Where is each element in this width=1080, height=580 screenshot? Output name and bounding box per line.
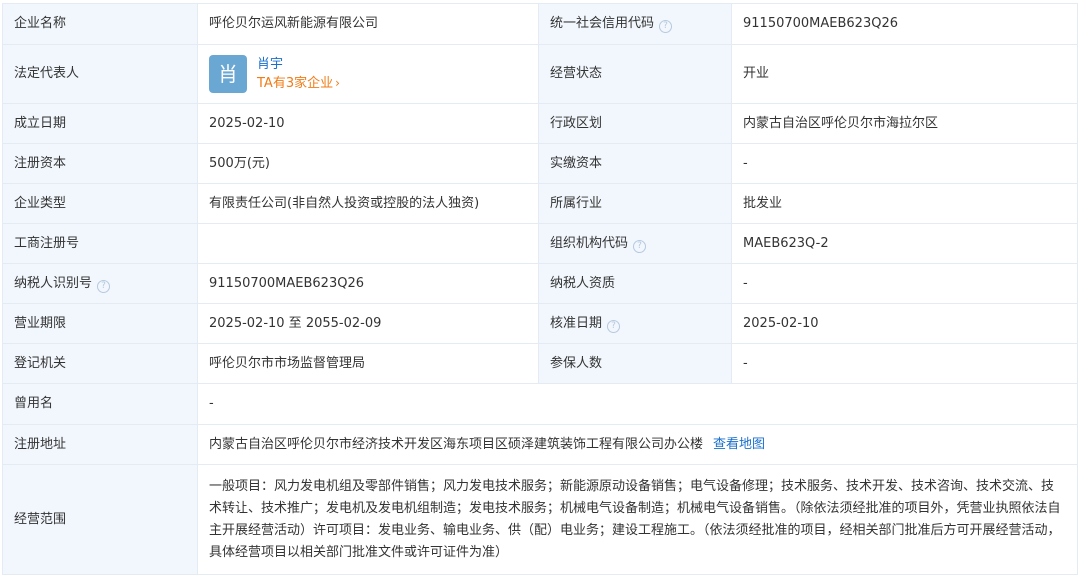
industry-value: 批发业 [731, 183, 1078, 224]
credit-code-label-cell: 统一社会信用代码? [538, 3, 732, 45]
table-row: 经营范围 一般项目：风力发电机组及零部件销售；风力发电技术服务；新能源原动设备销… [2, 464, 1078, 575]
table-row: 法定代表人 肖 肖宇 TA有3家企业 › 经营状态 开业 [2, 44, 1078, 104]
table-row: 企业类型 有限责任公司(非自然人投资或控股的法人独资) 所属行业 批发业 [2, 183, 1078, 224]
rep-companies-link-text: TA有3家企业 [257, 75, 334, 91]
insured-value: - [731, 343, 1078, 384]
company-type-label: 企业类型 [2, 183, 198, 224]
address-cell: 内蒙古自治区呼伦贝尔市经济技术开发区海东项目区硕泽建筑装饰工程有限公司办公楼 查看… [197, 424, 1078, 465]
table-row: 登记机关 呼伦贝尔市市场监督管理局 参保人数 - [2, 343, 1078, 384]
org-code-label: 组织机构代码 [550, 235, 629, 251]
former-name-value: - [197, 383, 1078, 425]
term-value: 2025-02-10 至 2055-02-09 [197, 303, 539, 344]
authority-value: 呼伦贝尔市市场监督管理局 [197, 343, 539, 384]
org-code-label-cell: 组织机构代码? [538, 223, 732, 264]
taxpayer-id-label: 纳税人识别号 [14, 275, 93, 291]
address-label: 注册地址 [2, 424, 198, 465]
status-label: 经营状态 [538, 44, 732, 104]
biz-reg-no-value [197, 223, 539, 264]
credit-code-label: 统一社会信用代码 [550, 16, 655, 31]
question-circle-icon[interactable]: ? [659, 20, 673, 33]
table-row: 注册地址 内蒙古自治区呼伦贝尔市经济技术开发区海东项目区硕泽建筑装饰工程有限公司… [2, 424, 1078, 465]
reg-capital-value: 500万(元) [197, 143, 539, 184]
approval-date-label: 核准日期 [550, 315, 603, 331]
table-row: 企业名称 呼伦贝尔运风新能源有限公司 统一社会信用代码? 91150700MAE… [2, 3, 1078, 45]
credit-code-value: 91150700MAEB623Q26 [731, 3, 1078, 45]
reg-capital-label: 注册资本 [2, 143, 198, 184]
paid-capital-value: - [731, 143, 1078, 184]
scope-label: 经营范围 [2, 464, 198, 575]
company-info-table: 企业名称 呼伦贝尔运风新能源有限公司 统一社会信用代码? 91150700MAE… [2, 3, 1078, 575]
company-name-label: 企业名称 [2, 3, 198, 45]
taxpayer-qual-value: - [731, 263, 1078, 304]
taxpayer-id-value: 91150700MAEB623Q26 [197, 263, 539, 304]
scope-cell: 一般项目：风力发电机组及零部件销售；风力发电技术服务；新能源原动设备销售；电气设… [197, 464, 1078, 575]
table-row: 营业期限 2025-02-10 至 2055-02-09 核准日期? 2025-… [2, 303, 1078, 344]
company-info-panel: 企业名称 呼伦贝尔运风新能源有限公司 统一社会信用代码? 91150700MAE… [0, 0, 1080, 580]
region-label: 行政区划 [538, 103, 732, 144]
view-map-link[interactable]: 查看地图 [713, 437, 765, 452]
industry-label: 所属行业 [538, 183, 732, 224]
established-value: 2025-02-10 [197, 103, 539, 144]
question-circle-icon[interactable]: ? [633, 239, 647, 253]
table-row: 纳税人识别号? 91150700MAEB623Q26 纳税人资质 - [2, 263, 1078, 304]
rep-companies-link[interactable]: TA有3家企业 › [257, 74, 340, 93]
chevron-right-icon: › [335, 75, 340, 90]
status-value: 开业 [731, 44, 1078, 104]
legal-rep-name-link[interactable]: 肖宇 [257, 56, 340, 74]
paid-capital-label: 实缴资本 [538, 143, 732, 184]
established-label: 成立日期 [2, 103, 198, 144]
approval-date-value: 2025-02-10 [731, 303, 1078, 344]
term-label: 营业期限 [2, 303, 198, 344]
approval-date-label-cell: 核准日期? [538, 303, 732, 344]
table-row: 成立日期 2025-02-10 行政区划 内蒙古自治区呼伦贝尔市海拉尔区 [2, 103, 1078, 144]
legal-rep-cell: 肖 肖宇 TA有3家企业 › [197, 44, 539, 104]
taxpayer-id-label-cell: 纳税人识别号? [2, 263, 198, 304]
question-circle-icon[interactable]: ? [97, 279, 111, 293]
legal-rep-label: 法定代表人 [2, 44, 198, 104]
table-row: 注册资本 500万(元) 实缴资本 - [2, 143, 1078, 184]
biz-reg-no-label: 工商注册号 [2, 223, 198, 264]
authority-label: 登记机关 [2, 343, 198, 384]
scope-value: 一般项目：风力发电机组及零部件销售；风力发电技术服务；新能源原动设备销售；电气设… [209, 478, 1061, 560]
table-row: 曾用名 - [2, 383, 1078, 425]
address-value: 内蒙古自治区呼伦贝尔市经济技术开发区海东项目区硕泽建筑装饰工程有限公司办公楼 [209, 436, 704, 452]
avatar[interactable]: 肖 [209, 55, 247, 93]
table-row: 工商注册号 组织机构代码? MAEB623Q-2 [2, 223, 1078, 264]
region-value: 内蒙古自治区呼伦贝尔市海拉尔区 [731, 103, 1078, 144]
company-type-value: 有限责任公司(非自然人投资或控股的法人独资) [197, 183, 539, 224]
taxpayer-qual-label: 纳税人资质 [538, 263, 732, 304]
org-code-value: MAEB623Q-2 [731, 223, 1078, 264]
company-name-value: 呼伦贝尔运风新能源有限公司 [197, 3, 539, 45]
question-circle-icon[interactable]: ? [607, 319, 621, 333]
insured-label: 参保人数 [538, 343, 732, 384]
former-name-label: 曾用名 [2, 383, 198, 425]
